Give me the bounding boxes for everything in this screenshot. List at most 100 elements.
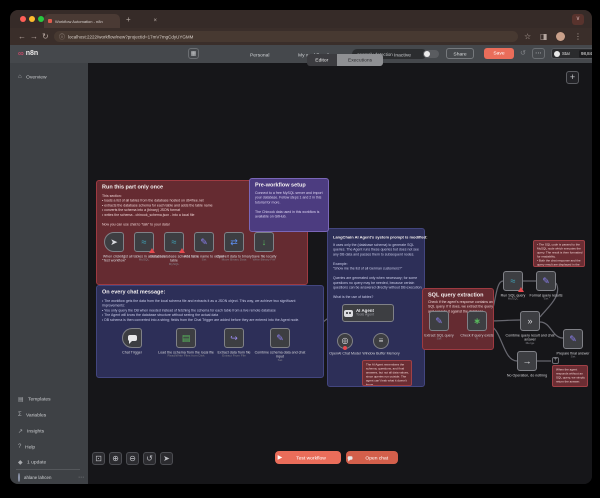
sticky-body: The AI Agent remembers the schema, quest… xyxy=(366,363,412,386)
node-add-table-name[interactable]: ✎ Add table name to outputSet xyxy=(194,232,214,252)
node-chat-trigger[interactable]: Chat Trigger xyxy=(122,328,142,348)
mysql-icon: ≈ xyxy=(172,238,177,247)
sidebar-item-updates[interactable]: ◆ 1 update xyxy=(18,456,84,468)
sidebar-item-insights[interactable]: ↗ Insights xyxy=(18,425,84,437)
node-convert-binary[interactable]: ⇄ Convert data to binaryMove Binary Data xyxy=(224,232,244,252)
sidebar-item-help[interactable]: ? Help xyxy=(18,441,84,453)
add-node-endpoint[interactable]: + xyxy=(552,357,559,364)
close-tab-icon[interactable]: × xyxy=(153,18,157,24)
mysql-icon: ≈ xyxy=(142,238,147,247)
n8n-logo-text: n8n xyxy=(26,50,38,57)
fit-view-button[interactable]: ⊡ xyxy=(92,452,105,465)
node-list-tables[interactable]: ≈ List all tables in a databaseMySQL xyxy=(134,232,154,252)
active-toggle[interactable] xyxy=(423,50,439,58)
reload-icon[interactable]: ↻ xyxy=(42,31,49,42)
templates-icon: ▤ xyxy=(18,396,24,403)
n8n-favicon xyxy=(48,19,52,23)
node-extract-sql[interactable]: ✎ Extract SQL querySet xyxy=(429,311,449,331)
variables-icon: Σ xyxy=(18,412,22,418)
node-ai-agent[interactable]: AI Agent Tools Agent xyxy=(342,304,394,322)
sidebar-item-variables[interactable]: Σ Variables xyxy=(18,409,84,421)
mysql-icon: ≈ xyxy=(511,277,516,286)
sticky-agent-note[interactable]: The AI Agent remembers the schema, quest… xyxy=(362,360,412,386)
more-options-button[interactable]: ⋯ xyxy=(532,48,545,59)
browser-menu-icon[interactable]: ⋮ xyxy=(574,31,582,42)
add-node-button[interactable]: + xyxy=(566,71,579,84)
node-prepare-final[interactable]: ✎ Prepare final answerSet xyxy=(563,329,583,349)
pencil-icon: ✎ xyxy=(569,335,577,344)
node-run-sql[interactable]: ≈ Run SQL queryMySQL xyxy=(503,271,523,291)
sidebar-item-overview[interactable]: ⌂ Overview xyxy=(18,71,84,83)
browser-tab[interactable]: Workflow Automation - n8n × xyxy=(44,14,120,28)
workflow-canvas[interactable]: Run this part only once This section: • … xyxy=(88,63,592,484)
sidebar: ⌂ Overview ▤ Templates Σ Variables ↗ Ins… xyxy=(10,63,88,484)
tab-search-icon[interactable]: ∨ xyxy=(572,14,584,25)
file-icon: ▤ xyxy=(182,334,191,343)
history-icon[interactable]: ↺ xyxy=(520,49,526,57)
sticky-body: • The workflow gets the data from the lo… xyxy=(102,299,317,323)
chat-icon xyxy=(128,335,137,341)
user-menu-icon[interactable]: ⋯ xyxy=(78,474,84,481)
sidebar-user[interactable]: ahlane lahcen ⋯ xyxy=(18,471,84,484)
node-check-query[interactable]: ∗ Check if query existsIf xyxy=(467,311,487,331)
user-avatar xyxy=(18,473,20,482)
browser-profile-avatar[interactable] xyxy=(556,32,565,41)
robot-icon xyxy=(344,310,353,317)
pencil-icon: ✎ xyxy=(276,334,284,343)
close-window-button[interactable] xyxy=(20,16,26,22)
node-combine-result[interactable]: » Combine query result and chat answerMe… xyxy=(520,311,540,331)
undo-button[interactable]: ↺ xyxy=(143,452,156,465)
cursor-icon: ➤ xyxy=(110,238,118,247)
openai-icon: ◎ xyxy=(342,337,349,345)
sticky-pre-setup[interactable]: Pre-workflow setup Connect to a free MyS… xyxy=(249,178,329,232)
address-bar[interactable]: ⓘ localhost:2222/workflow/new?projectId=… xyxy=(54,31,518,42)
tab-editor[interactable]: Editor xyxy=(307,54,337,66)
breadcrumb-project[interactable]: Personal xyxy=(250,52,270,58)
n8n-logo-icon: ∞ xyxy=(18,49,24,58)
node-extract-schema[interactable]: ≈ Extract database schema for a tableMyS… xyxy=(164,232,184,252)
node-load-schema[interactable]: ▤ Load the schema from the local fileRea… xyxy=(176,328,196,348)
browser-nav-bar: ← → ↻ ⓘ localhost:2222/workflow/new?proj… xyxy=(10,28,592,45)
warning-icon xyxy=(518,287,524,292)
screen: Workflow Automation - n8n × + ∨ ← → ↻ ⓘ … xyxy=(0,0,600,498)
save-button[interactable]: Save xyxy=(484,48,514,59)
share-button[interactable]: Share xyxy=(446,48,474,59)
sticky-body: • The SQL code is passed to the MySQL no… xyxy=(537,243,585,267)
node-save-file[interactable]: ↓ Save file locallyWrite Binary File xyxy=(254,232,274,252)
new-tab-button[interactable]: + xyxy=(126,16,131,24)
extensions-icon[interactable]: ◨ xyxy=(540,31,548,42)
view-tabs: Editor Executions xyxy=(307,54,383,66)
node-manual-trigger[interactable]: ➤ When clicking "Test workflow" xyxy=(104,232,124,252)
forward-icon[interactable]: → xyxy=(30,31,38,42)
github-star-widget[interactable]: Star 98,849 xyxy=(551,48,592,59)
help-icon: ? xyxy=(18,444,21,450)
pointer-mode-button[interactable]: ➤ xyxy=(160,452,173,465)
zoom-out-button[interactable]: ⊖ xyxy=(126,452,139,465)
tab-title: Workflow Automation - n8n xyxy=(55,19,103,24)
chat-icon xyxy=(348,456,353,460)
sidebar-item-templates[interactable]: ▤ Templates xyxy=(18,393,84,405)
panel-toggle-button[interactable]: ▦ xyxy=(188,48,199,59)
back-icon[interactable]: ← xyxy=(18,31,26,42)
node-extract-file[interactable]: ↪ Extract data from fileExtract From Fil… xyxy=(224,328,244,348)
app-header: ∞ n8n ▦ Personal My workflow 2 anomaly d… xyxy=(10,45,592,63)
open-chat-button[interactable]: Open chat xyxy=(346,451,398,464)
node-openai-chat-model[interactable]: ◎ OpenAI Chat Model xyxy=(337,333,353,349)
site-info-icon[interactable]: ⓘ xyxy=(59,32,65,41)
n8n-logo[interactable]: ∞ n8n xyxy=(18,49,38,58)
download-icon: ↓ xyxy=(262,238,267,247)
minimize-window-button[interactable] xyxy=(29,16,35,22)
sticky-title: On every chat message: xyxy=(102,289,317,295)
pencil-icon: ✎ xyxy=(200,238,208,247)
bookmark-star-icon[interactable]: ☆ xyxy=(524,31,531,42)
browser-tab-strip: Workflow Automation - n8n × + ∨ xyxy=(10,10,592,28)
zoom-in-button[interactable]: ⊕ xyxy=(109,452,122,465)
node-combine-schema[interactable]: ✎ Combine schema data and chat inputSet xyxy=(270,328,290,348)
sticky-body: Connect to a free MySQL server and impor… xyxy=(255,191,329,219)
sticky-sql-run-note[interactable]: • The SQL code is passed to the MySQL no… xyxy=(533,240,585,267)
tab-executions[interactable]: Executions xyxy=(337,54,383,66)
extract-icon: ↪ xyxy=(230,334,238,343)
github-star-count: 98,849 xyxy=(579,50,592,58)
test-workflow-button[interactable]: ▶ Test workflow xyxy=(275,451,341,464)
node-format-results[interactable]: ✎ Format query resultsSet xyxy=(536,271,556,291)
